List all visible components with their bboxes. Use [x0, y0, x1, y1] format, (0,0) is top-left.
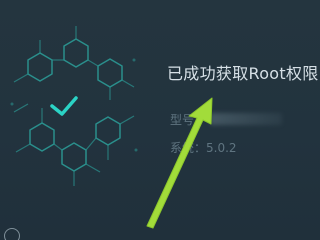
bottom-bar — [0, 218, 320, 240]
device-model-row: 型号： — [170, 112, 283, 128]
system-version-row: 系统：5.0.2 — [170, 140, 237, 156]
model-value-redacted — [210, 113, 283, 125]
system-version-value: ：5.0.2 — [194, 141, 237, 155]
hexagon-shape — [95, 116, 121, 146]
hexagon-shape — [97, 58, 123, 88]
root-success-title: 已成功获取Root权限 — [167, 64, 319, 83]
check-icon — [50, 96, 78, 116]
hexagon-shape — [61, 142, 87, 172]
hexagon-shape — [63, 38, 89, 68]
circle-icon — [4, 228, 20, 240]
root-success-screen: 已成功获取Root权限 型号： 系统：5.0.2 — [0, 0, 320, 240]
hexagon-shape — [29, 122, 55, 152]
system-label: 系统 — [170, 141, 195, 155]
hexagon-shape — [27, 52, 53, 82]
hexagon-network-graphic — [10, 26, 138, 186]
model-label: 型号： — [170, 113, 207, 127]
